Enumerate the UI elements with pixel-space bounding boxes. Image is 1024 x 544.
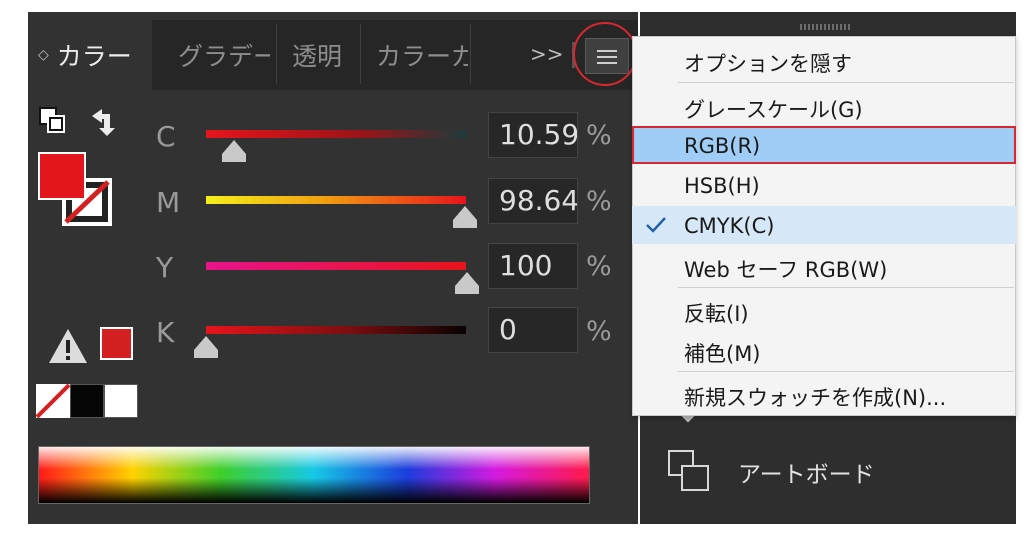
slider-label-m: M (156, 186, 181, 219)
tab-transparency-label: 透明 (292, 42, 343, 71)
menu-item-complement[interactable]: 補色(M) (684, 338, 761, 368)
slider-track-y[interactable] (206, 262, 466, 270)
value-field-c[interactable]: 10.59 (488, 112, 578, 158)
slider-track-m[interactable] (206, 196, 466, 204)
percent-label-c: % (586, 120, 612, 151)
slider-track-k[interactable] (206, 326, 466, 334)
menu-item-hide-options[interactable]: オプションを隠す (684, 48, 852, 78)
menu-item-rgb[interactable]: RGB(R) (684, 134, 760, 158)
tab-gradient-label: グラデー (178, 42, 270, 71)
slider-thumb-y[interactable] (455, 272, 479, 294)
tab-color-guide-label: カラーガ (376, 42, 468, 71)
annotation-circle (573, 22, 637, 86)
collapse-arrows-icon: ◇ (38, 47, 49, 63)
menu-item-cmyk[interactable]: CMYK(C) (684, 214, 774, 238)
slider-thumb-m[interactable] (453, 206, 477, 228)
artboard-label[interactable]: アートボード (738, 455, 875, 489)
menu-item-web-safe-rgb[interactable]: Web セーフ RGB(W) (684, 254, 887, 284)
tab-transparency[interactable]: 透明 (292, 20, 356, 90)
white-swatch[interactable] (104, 384, 138, 418)
menu-separator (678, 287, 1014, 288)
menu-item-create-swatch[interactable]: 新規スウォッチを作成(N)... (684, 382, 946, 412)
artboard-icon[interactable] (666, 448, 714, 494)
slider-label-k: K (156, 316, 175, 349)
menu-separator (678, 82, 1014, 83)
percent-label-y: % (586, 251, 612, 282)
color-spectrum[interactable] (38, 446, 590, 504)
menu-item-hsb[interactable]: HSB(H) (684, 174, 760, 198)
out-of-gamut-swatch[interactable] (100, 327, 133, 360)
checkmark-icon (646, 217, 666, 233)
tab-gradient[interactable]: グラデー (178, 20, 270, 90)
percent-label-m: % (586, 186, 612, 217)
panel-grip[interactable] (800, 24, 852, 30)
menu-item-invert[interactable]: 反転(I) (684, 298, 749, 328)
black-swatch[interactable] (70, 384, 104, 418)
tab-divider (360, 24, 361, 84)
none-swatch[interactable] (35, 383, 71, 419)
warning-icon[interactable] (46, 326, 90, 366)
tab-divider (276, 24, 277, 84)
slider-label-c: C (156, 120, 176, 153)
slider-thumb-c[interactable] (222, 140, 246, 162)
tab-overflow-button[interactable]: >> (530, 42, 564, 66)
menu-separator (678, 371, 1014, 372)
none-slash-icon (35, 383, 71, 419)
value-field-y[interactable]: 100 (488, 243, 578, 289)
slider-thumb-k[interactable] (194, 336, 218, 358)
slider-track-c[interactable] (206, 130, 466, 138)
fill-swatch[interactable] (38, 152, 86, 200)
default-colors-icon[interactable] (38, 106, 68, 136)
value-field-k[interactable]: 0 (488, 307, 578, 353)
tab-color[interactable]: ◇ カラー (28, 20, 152, 90)
tab-color-guide[interactable]: カラーガ (376, 20, 468, 90)
percent-label-k: % (586, 316, 612, 347)
value-field-m[interactable]: 98.64 (488, 178, 578, 224)
swap-colors-icon[interactable] (88, 106, 120, 138)
slider-label-y: Y (156, 251, 174, 284)
tab-color-label: カラー (56, 42, 132, 71)
tab-divider (470, 24, 471, 84)
menu-item-grayscale[interactable]: グレースケール(G) (684, 94, 863, 124)
